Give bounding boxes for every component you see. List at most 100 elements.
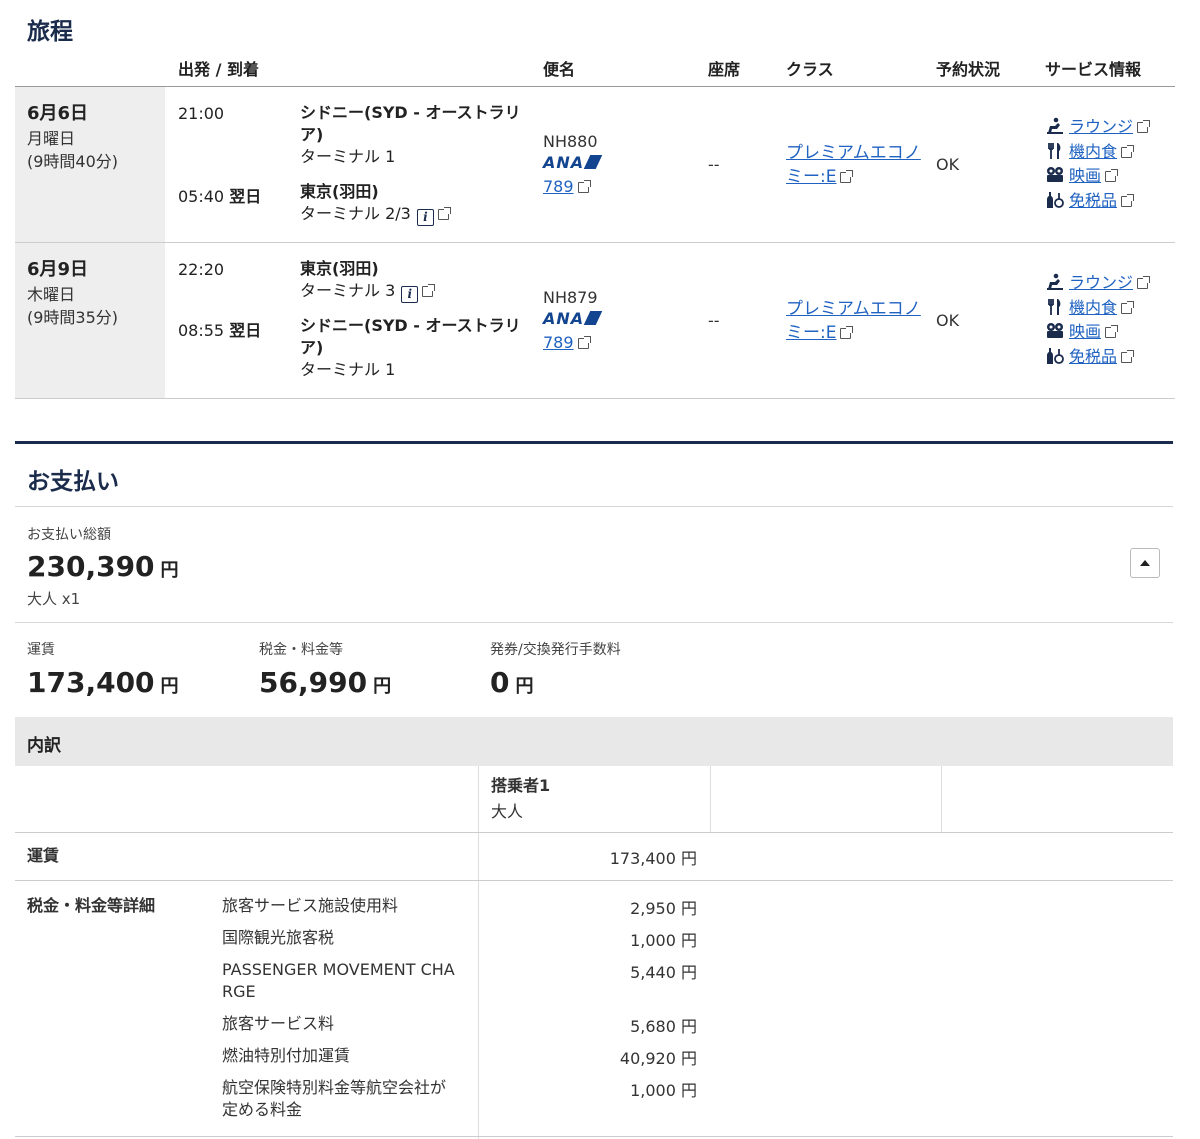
meal-link[interactable]: 機内食 <box>1069 142 1117 161</box>
class-block: プレミアムエコノ ミー:E <box>786 141 931 189</box>
itinerary-title: 旅程 <box>27 19 73 45</box>
external-link-icon[interactable] <box>1121 300 1135 314</box>
external-link-icon[interactable] <box>437 207 451 220</box>
aircraft-link[interactable]: 789 <box>543 177 574 196</box>
arr-next-day: 翌日 <box>229 321 262 340</box>
external-link-icon[interactable] <box>577 336 591 349</box>
column-divider <box>478 766 479 1139</box>
service-movie: 映画 <box>1045 164 1148 189</box>
lounge-icon <box>1047 117 1063 134</box>
status-value: OK <box>936 311 960 330</box>
arr-time: 08:55 <box>178 321 225 340</box>
external-link-icon[interactable] <box>1121 144 1135 158</box>
tax-item-name-line1: 航空保険特別料金等航空会社が <box>222 1078 447 1097</box>
external-link-icon[interactable] <box>422 284 436 297</box>
dutyfree-link[interactable]: 免税品 <box>1069 347 1117 366</box>
fare-label: 運賃 <box>27 642 55 658</box>
service-meal: 機内食 <box>1045 140 1148 165</box>
date-cell: 6月6日 月曜日 (9時間40分) <box>15 87 165 242</box>
fare-amount: 173,400 <box>27 666 155 699</box>
tax-item-name-line2: 定める料金 <box>222 1100 303 1119</box>
divider <box>15 880 1173 881</box>
arr-place: シドニー(SYD - オーストラリ ア) ターミナル 1 <box>300 315 540 381</box>
service-lounge: ラウンジ <box>1045 115 1151 140</box>
total-amount: 230,390 <box>27 550 155 583</box>
dutyfree-link[interactable]: 免税品 <box>1069 191 1117 210</box>
yen-unit: 円 <box>515 676 534 697</box>
tax-item-name-line1: PASSENGER MOVEMENT CHA <box>222 960 455 979</box>
external-link-icon[interactable] <box>840 326 854 339</box>
airline-name: ANA <box>543 153 585 172</box>
tax-item-name: 国際観光旅客税 <box>222 928 335 947</box>
service-movie: 映画 <box>1045 320 1148 345</box>
class-line1: プレミアムエコノ <box>786 143 921 163</box>
divider <box>15 506 1173 507</box>
arr-time: 05:40 <box>178 187 225 206</box>
external-link-icon[interactable] <box>577 180 591 193</box>
tax-item-amount: 1,000 円 <box>630 931 697 950</box>
tax-item-name: PASSENGER MOVEMENT CHA RGE <box>222 959 455 1003</box>
movie-link[interactable]: 映画 <box>1069 166 1101 185</box>
passenger-type: 大人 <box>491 802 524 821</box>
tax-item-name: 航空保険特別料金等航空会社が 定める料金 <box>222 1077 446 1121</box>
lounge-icon <box>1047 273 1063 290</box>
fare-row-amount: 173,400 円 <box>609 849 697 868</box>
meal-link[interactable]: 機内食 <box>1069 298 1117 317</box>
segment-row: 6月6日 月曜日 (9時間40分) 21:00 シドニー(SYD - オーストラ… <box>15 87 1175 243</box>
aircraft-block: 789 <box>543 177 591 196</box>
ana-logo-icon: ANA <box>543 309 603 328</box>
passenger-column-header: 搭乗者1 <box>491 776 551 795</box>
header-class: クラス <box>786 60 834 79</box>
fare-amount-block: 173,400 円 <box>27 666 179 699</box>
tax-item-name: 燃油特別付加運賃 <box>222 1046 351 1065</box>
external-link-icon[interactable] <box>1105 169 1119 182</box>
external-link-icon[interactable] <box>1137 120 1151 133</box>
collapse-toggle-button[interactable] <box>1130 548 1160 578</box>
external-link-icon[interactable] <box>1137 276 1151 289</box>
dep-time: 21:00 <box>178 104 225 123</box>
column-divider <box>710 766 711 832</box>
class-link[interactable]: プレミアムエコノ ミー:E <box>786 143 921 187</box>
lounge-link[interactable]: ラウンジ <box>1069 273 1133 292</box>
movie-link[interactable]: 映画 <box>1069 322 1101 341</box>
terminal-info-icon[interactable]: i <box>416 209 434 226</box>
class-line2: ミー:E <box>786 167 837 187</box>
aircraft-link[interactable]: 789 <box>543 333 574 352</box>
lounge-link[interactable]: ラウンジ <box>1069 117 1133 136</box>
segment-duration: (9時間40分) <box>27 152 119 171</box>
class-line2: ミー:E <box>786 323 837 343</box>
seat-value: -- <box>708 155 720 174</box>
tax-item-amount: 1,000 円 <box>630 1081 697 1100</box>
external-link-icon[interactable] <box>1121 349 1135 363</box>
dep-terminal: ターミナル 3 <box>300 281 396 300</box>
dutyfree-icon <box>1047 347 1064 364</box>
fee-amount: 0 <box>490 666 510 699</box>
header-seat: 座席 <box>708 60 741 79</box>
dep-place: 東京(羽田) ターミナル 3 i <box>300 258 540 303</box>
external-link-icon[interactable] <box>840 170 854 183</box>
segment-date: 6月6日 <box>27 103 89 124</box>
date-cell: 6月9日 木曜日 (9時間35分) <box>15 243 165 398</box>
service-dutyfree: 免税品 <box>1045 189 1148 214</box>
header-flight: 便名 <box>543 60 576 79</box>
arr-next-day: 翌日 <box>229 187 262 206</box>
fee-amount-block: 0円 <box>490 666 533 699</box>
header-status: 予約状況 <box>936 60 1001 79</box>
arr-time-block: 05:40 翌日 <box>178 183 261 207</box>
segment-date: 6月9日 <box>27 259 89 280</box>
meal-icon <box>1048 298 1061 315</box>
divider <box>15 832 1173 833</box>
terminal-info-icon[interactable]: i <box>401 286 419 303</box>
ana-logo-icon: ANA <box>543 153 603 172</box>
breakdown-title: 内訳 <box>27 736 61 756</box>
dep-city-line1: シドニー(SYD - オーストラリ <box>300 103 521 122</box>
class-link[interactable]: プレミアムエコノ ミー:E <box>786 299 921 343</box>
arr-city-line1: シドニー(SYD - オーストラリ <box>300 316 521 335</box>
page: 旅程 出発 / 到着 便名 座席 クラス 予約状況 サービス情報 6月6日 月曜… <box>0 0 1200 1139</box>
external-link-icon[interactable] <box>1121 193 1135 207</box>
tax-item-name-line2: RGE <box>222 982 256 1001</box>
passenger-count: 大人 x1 <box>27 590 81 608</box>
external-link-icon[interactable] <box>1105 325 1119 338</box>
yen-unit: 円 <box>160 676 179 697</box>
dep-city-line2: ア) <box>300 125 324 144</box>
